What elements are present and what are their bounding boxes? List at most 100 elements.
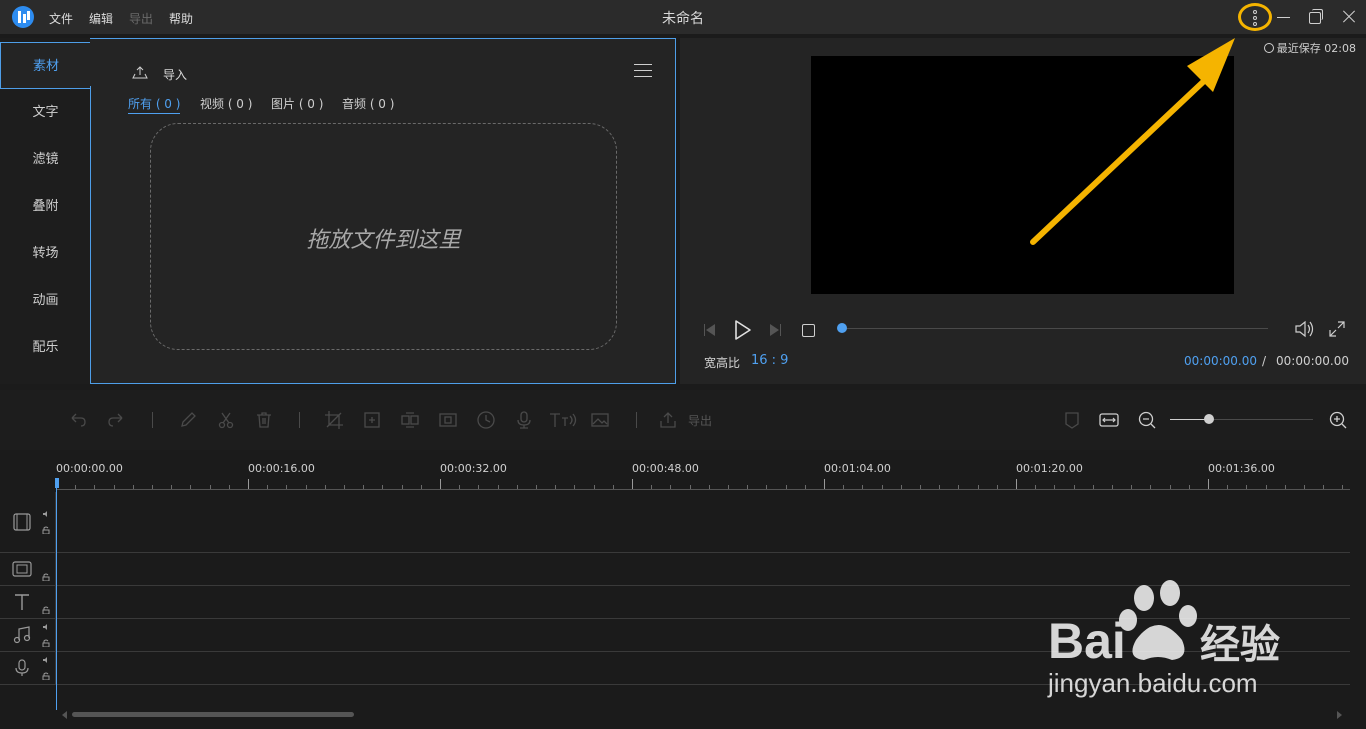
- speaker-icon[interactable]: [42, 656, 50, 664]
- svg-text:Bai: Bai: [1048, 613, 1126, 669]
- minimize-button[interactable]: [1275, 8, 1293, 26]
- ruler-minor-tick: [210, 485, 211, 489]
- sidebar-item-transitions[interactable]: 转场: [0, 230, 91, 277]
- ruler-major-tick: [1208, 479, 1209, 489]
- stop-icon[interactable]: [799, 321, 817, 339]
- next-frame-icon[interactable]: [766, 321, 784, 339]
- undo-icon[interactable]: [68, 410, 88, 430]
- tab-video[interactable]: 视频 ( 0 ): [200, 95, 252, 112]
- drop-zone[interactable]: 拖放文件到这里: [150, 123, 617, 350]
- lock-icon[interactable]: [42, 526, 50, 534]
- speaker-icon[interactable]: [42, 510, 50, 518]
- ruler-minor-tick: [363, 485, 364, 489]
- ruler-minor-tick: [958, 485, 959, 489]
- zoom-slider-handle[interactable]: [1203, 414, 1214, 424]
- freeze-frame-icon[interactable]: [438, 410, 458, 430]
- fit-timeline-icon[interactable]: [1099, 410, 1119, 430]
- ruler-minor-tick: [1342, 485, 1343, 489]
- ruler-minor-tick: [536, 485, 537, 489]
- ruler-minor-tick: [1323, 485, 1324, 489]
- export-button[interactable]: 导出: [688, 412, 712, 429]
- import-icon[interactable]: [132, 65, 148, 79]
- marker-icon[interactable]: [1062, 410, 1082, 430]
- lock-icon[interactable]: [42, 639, 50, 647]
- text-to-speech-icon[interactable]: [548, 410, 578, 430]
- crop-icon[interactable]: [324, 410, 344, 430]
- import-button[interactable]: 导入: [163, 66, 187, 83]
- ruler-minor-tick: [920, 485, 921, 489]
- edit-toolbar: 导出: [0, 390, 1366, 450]
- ruler-minor-tick: [190, 485, 191, 489]
- playback-progress-slider[interactable]: [837, 323, 1268, 333]
- scroll-left-arrow[interactable]: [62, 711, 67, 719]
- lock-icon[interactable]: [42, 573, 50, 581]
- ruler-label: 00:00:00.00: [56, 462, 123, 475]
- lock-icon[interactable]: [42, 672, 50, 680]
- more-options-button[interactable]: [1238, 3, 1272, 31]
- save-status-text: 最近保存 02:08: [1276, 42, 1356, 55]
- sidebar-item-text[interactable]: 文字: [0, 89, 91, 136]
- ruler-minor-tick: [613, 485, 614, 489]
- ruler-minor-tick: [267, 485, 268, 489]
- aspect-ratio-label: 宽高比: [704, 356, 741, 370]
- volume-icon[interactable]: [1294, 319, 1316, 339]
- playhead[interactable]: [56, 478, 57, 710]
- play-icon[interactable]: [733, 319, 753, 341]
- split-scissors-icon[interactable]: [216, 410, 236, 430]
- fullscreen-icon[interactable]: [1328, 320, 1346, 338]
- zoom-crop-icon[interactable]: [362, 410, 382, 430]
- restore-button[interactable]: [1307, 8, 1325, 26]
- speed-clock-icon[interactable]: [476, 410, 496, 430]
- sidebar-item-music[interactable]: 配乐: [0, 324, 91, 371]
- timeline-scrollbar[interactable]: [72, 712, 354, 717]
- delete-icon[interactable]: [254, 410, 274, 430]
- ruler-minor-tick: [152, 485, 153, 489]
- ruler-minor-tick: [709, 485, 710, 489]
- film-icon: [13, 513, 31, 531]
- zoom-out-icon[interactable]: [1137, 410, 1157, 430]
- sidebar-item-filters[interactable]: 滤镜: [0, 136, 91, 183]
- time-ruler[interactable]: 00:00:00.00 00:00:16.00 00:00:32.00 00:0…: [56, 462, 1350, 490]
- ruler-minor-tick: [1285, 485, 1286, 489]
- sidebar-item-media[interactable]: 素材: [0, 42, 91, 89]
- sidebar-item-animations[interactable]: 动画: [0, 277, 91, 324]
- mosaic-icon[interactable]: [400, 410, 420, 430]
- image-icon[interactable]: [590, 410, 610, 430]
- tab-all[interactable]: 所有 ( 0 ): [128, 95, 181, 114]
- previous-frame-icon[interactable]: [702, 321, 720, 339]
- sidebar-item-overlays[interactable]: 叠附: [0, 183, 91, 230]
- microphone-icon[interactable]: [514, 410, 534, 430]
- time-separator: /: [1262, 354, 1267, 368]
- list-view-icon[interactable]: [634, 64, 652, 78]
- video-track[interactable]: [0, 492, 1350, 553]
- ruler-minor-tick: [555, 485, 556, 489]
- zoom-in-icon[interactable]: [1328, 410, 1348, 430]
- lock-icon[interactable]: [42, 606, 50, 614]
- ruler-minor-tick: [805, 485, 806, 489]
- ruler-minor-tick: [728, 485, 729, 489]
- export-icon[interactable]: [658, 410, 678, 430]
- redo-icon[interactable]: [106, 410, 126, 430]
- ruler-minor-tick: [1227, 485, 1228, 489]
- baidu-jingyan-watermark: Bai 经验 jingyan.baidu.com: [1047, 580, 1280, 698]
- scroll-right-arrow[interactable]: [1337, 711, 1342, 719]
- tab-audio[interactable]: 音频 ( 0 ): [342, 95, 394, 112]
- toolbar-divider: [152, 412, 153, 428]
- track-header: [0, 553, 56, 585]
- ruler-minor-tick: [1035, 485, 1036, 489]
- ruler-minor-tick: [133, 485, 134, 489]
- tab-image[interactable]: 图片 ( 0 ): [271, 95, 323, 112]
- ruler-label: 00:01:20.00: [1016, 462, 1083, 475]
- playback-progress-handle[interactable]: [837, 323, 847, 333]
- ruler-minor-tick: [171, 485, 172, 489]
- zoom-slider[interactable]: [1170, 414, 1313, 424]
- window-title: 未命名: [662, 11, 704, 27]
- aspect-ratio-value[interactable]: 16 : 9: [751, 353, 788, 368]
- ruler-minor-tick: [94, 485, 95, 489]
- close-button[interactable]: [1340, 8, 1358, 26]
- edit-pencil-icon[interactable]: [178, 410, 198, 430]
- speaker-icon[interactable]: [42, 623, 50, 631]
- save-status: 最近保存 02:08: [1263, 40, 1356, 56]
- playhead-handle[interactable]: [55, 478, 59, 488]
- ruler-label: 00:01:04.00: [824, 462, 891, 475]
